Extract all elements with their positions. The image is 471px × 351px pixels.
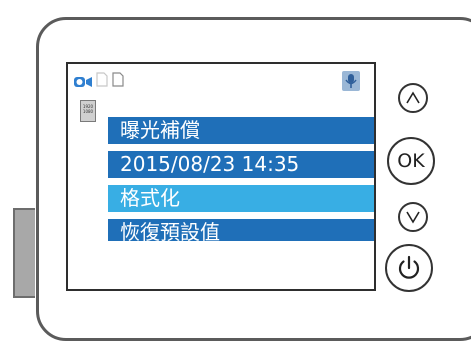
power-icon: [398, 255, 420, 279]
menu-item-label: 2015/08/23 14:35: [120, 152, 300, 176]
sd-card-icon: [96, 72, 108, 91]
video-camera-icon: [74, 73, 92, 92]
menu-item-label: 恢復預設值: [120, 220, 220, 241]
microphone-icon: [342, 71, 360, 95]
resolution-badge: 1920 1080: [80, 100, 96, 122]
resolution-badge-line: 1080: [82, 109, 94, 114]
menu-item-restore-defaults[interactable]: 恢復預設值: [108, 219, 374, 241]
up-button[interactable]: [398, 83, 428, 113]
chevron-down-icon: [406, 211, 420, 224]
sd-card-icon: [112, 72, 124, 91]
ok-label: OK: [397, 150, 425, 172]
lcd-screen: 1920 1080 曝光補償 2015/08/23 14:35 格式化 恢復預設…: [66, 62, 376, 291]
menu-item-date-time[interactable]: 2015/08/23 14:35: [108, 151, 374, 178]
menu-item-exposure-compensation[interactable]: 曝光補償: [108, 117, 374, 144]
power-button[interactable]: [385, 244, 433, 292]
settings-menu: 曝光補償 2015/08/23 14:35 格式化 恢復預設值: [108, 117, 374, 241]
chevron-up-icon: [406, 91, 420, 104]
down-button[interactable]: [398, 202, 428, 232]
status-bar: [74, 71, 370, 92]
menu-item-label: 格式化: [120, 186, 180, 210]
menu-item-format[interactable]: 格式化: [108, 185, 374, 212]
ok-button[interactable]: OK: [387, 137, 435, 185]
menu-item-label: 曝光補償: [120, 118, 200, 142]
side-slot: [13, 208, 35, 298]
